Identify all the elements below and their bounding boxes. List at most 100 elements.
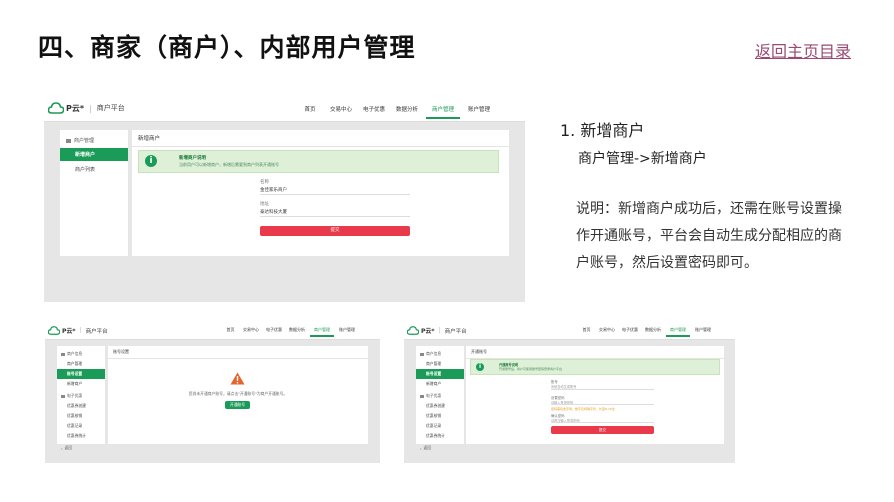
app-logo: P云* | 商户平台 [407,326,467,335]
sidebar-group-coupons[interactable]: 电子优惠 [57,389,105,401]
back-to-menu-link[interactable]: 返回主页目录 [755,38,851,62]
field-address-underline [260,216,410,217]
sidebar-group-merchant-info[interactable]: 商户信息 [57,346,105,359]
field-name-underline [260,194,410,195]
nav-coupons[interactable]: 电子优惠 [620,327,640,337]
top-nav: 首页 交易中心 电子优惠 数据分析 商户管理 账户管理 [299,105,493,119]
cloud-icon [407,326,419,335]
nav-home[interactable]: 首页 [223,327,238,337]
logo-text: P云* [421,328,435,335]
submit-button[interactable]: 提交 [551,426,654,434]
nav-merchant-mgmt[interactable]: 商户管理 [310,327,334,337]
field-name-label: 名称 [260,180,269,185]
notice-title: 新增商户说明 [179,156,206,161]
step-title: 1. 新增商户 [560,121,645,140]
submit-button[interactable]: 提交 [260,226,410,236]
sidebar: 商户信息 商户管理 账号设置 新增商户 电子优惠 优惠券创建 优惠核销 优惠记录… [57,346,105,451]
field-address-label: 地址 [260,202,269,207]
sidebar-back-label: 返回 [64,445,73,450]
sidebar-item-coupon-stats[interactable]: 优惠券统计 [416,431,464,441]
nav-trade-center[interactable]: 交易中心 [241,327,261,337]
sidebar-item-coupon-redeem[interactable]: 优惠核销 [416,411,464,421]
main-panel: 开通账号 i 开通账号说明 开通账号后，商户可使用账号密码登录商户平台 账号 系… [466,346,724,444]
panel-title: 账号设置 [108,346,368,359]
sidebar-item-merchant-mgmt[interactable]: 商户管理 [416,359,464,369]
back-arrow-icon: ‹ [61,445,63,451]
logo-text: P云* [62,328,76,335]
logo-divider: | [79,327,82,334]
sidebar-item-account-settings[interactable]: 账号设置 [416,369,464,379]
sidebar-item-add-merchant[interactable]: 新增商户 [57,379,105,389]
nav-coupons[interactable]: 电子优惠 [264,327,284,337]
nav-home[interactable]: 首页 [299,105,321,119]
logo-divider: | [89,103,92,113]
sidebar-group-merchant-info[interactable]: 商户信息 [416,346,464,359]
folder-icon [420,352,424,356]
app-topbar: P云* | 商户平台 首页 交易中心 电子优惠 数据分析 商户管理 账户管理 [45,322,380,340]
sidebar-item-merchant-mgmt[interactable]: 商户管理 [57,359,105,369]
sidebar-back[interactable]: ‹ 返回 [57,441,105,453]
nav-merchant-mgmt[interactable]: 商户管理 [666,327,690,337]
nav-account-mgmt[interactable]: 账户管理 [693,327,713,337]
warning-text: 您尚未开通商户账号，请点击"开通账号"为商户开通账号。 [188,391,288,396]
sidebar-group-coupons[interactable]: 电子优惠 [416,389,464,401]
panel-title: 新增商户 [132,130,509,147]
sidebar-item-add-merchant[interactable]: 新增商户 [60,148,128,161]
nav-analytics[interactable]: 数据分析 [287,327,307,337]
sidebar-item-coupon-records[interactable]: 优惠记录 [416,421,464,431]
sidebar-item-coupon-redeem[interactable]: 优惠核销 [57,411,105,421]
nav-analytics[interactable]: 数据分析 [393,105,421,119]
notice-desc: 当前用户可以新增商户，新增后需要到商户列表开通账号 [179,162,279,167]
sidebar-group-label: 电子优惠 [426,393,442,398]
sidebar-item-coupon-records[interactable]: 优惠记录 [57,421,105,431]
top-nav: 首页 交易中心 电子优惠 数据分析 商户管理 账户管理 [579,327,713,337]
platform-name: 商户平台 [85,328,108,335]
sidebar-group-label: 商户管理 [74,138,95,144]
nav-coupons[interactable]: 电子优惠 [360,105,388,119]
cloud-icon [48,102,64,114]
step-path: 商户管理->新增商户 [578,151,707,167]
sidebar: 商户管理 新增商户 商户列表 [60,130,128,256]
sidebar-item-coupon-create[interactable]: 优惠券创建 [57,401,105,411]
app-logo: P云* | 商户平台 [48,326,108,335]
nav-account-mgmt[interactable]: 账户管理 [337,327,357,337]
field-confirm-underline [551,422,654,423]
sidebar-group-merchant[interactable]: 商户管理 [60,130,128,148]
open-account-button[interactable]: 开通账号 [225,401,250,409]
top-nav: 首页 交易中心 电子优惠 数据分析 商户管理 账户管理 [223,327,357,337]
field-address-input[interactable]: 泰达科技大厦 [260,209,287,215]
app-topbar: P云* | 商户平台 首页 交易中心 电子优惠 数据分析 商户管理 账户管理 [44,97,525,122]
info-notice: i 开通账号说明 开通账号后，商户可使用账号密码登录商户平台 [470,359,720,375]
app-logo: P云* | 商户平台 [48,102,125,114]
notice-desc: 开通账号后，商户可使用账号密码登录商户平台 [499,367,563,371]
sidebar-item-coupon-stats[interactable]: 优惠券统计 [57,431,105,441]
field-password-underline [551,404,654,405]
sidebar-back[interactable]: ‹ 返回 [416,441,464,453]
panel-title: 开通账号 [466,346,724,359]
sidebar-item-add-merchant[interactable]: 新增商户 [416,379,464,389]
info-notice: i 新增商户说明 当前用户可以新增商户，新增后需要到商户列表开通账号 [138,150,499,173]
sidebar-item-coupon-create[interactable]: 优惠券创建 [416,401,464,411]
field-name-input[interactable]: 金佳家乐商户 [260,187,287,193]
folder-icon [61,352,65,356]
folder-icon [66,138,71,143]
logo-divider: | [438,327,441,334]
sidebar-item-merchant-list[interactable]: 商户列表 [60,161,128,176]
nav-trade-center[interactable]: 交易中心 [327,105,355,119]
logo-text: P云* [66,103,85,113]
cloud-icon [48,326,60,335]
sidebar-item-account-settings[interactable]: 账号设置 [57,369,105,379]
info-icon: i [145,155,157,167]
sidebar: 商户信息 商户管理 账号设置 新增商户 电子优惠 优惠券创建 优惠核销 优惠记录… [416,346,464,451]
sidebar-group-label: 电子优惠 [67,393,83,398]
nav-analytics[interactable]: 数据分析 [643,327,663,337]
warning-icon [230,372,245,385]
password-hint: 密码需包含字母、数字及特殊字符，长度8-16位 [551,407,615,411]
nav-account-mgmt[interactable]: 账户管理 [465,105,493,119]
info-icon: i [476,363,484,371]
screenshot-open-account: P云* | 商户平台 首页 交易中心 电子优惠 数据分析 商户管理 账户管理 商… [404,322,735,463]
folder-icon [61,394,65,398]
nav-trade-center[interactable]: 交易中心 [597,327,617,337]
nav-home[interactable]: 首页 [579,327,594,337]
nav-merchant-mgmt[interactable]: 商户管理 [426,105,460,119]
